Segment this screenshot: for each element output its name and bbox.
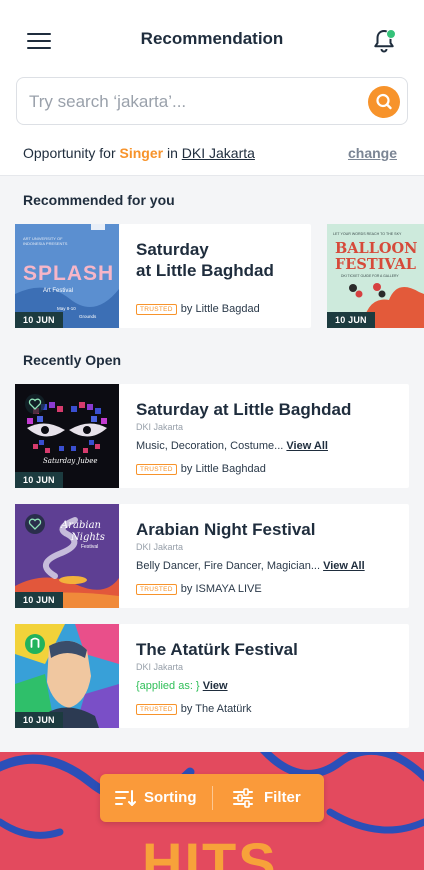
organizer: by Little Baghdad	[180, 463, 266, 475]
trusted-badge: TRUSTED	[136, 303, 177, 315]
balloon-poster-kicker: LET YOUR WORDS REACH TO THE SKY	[333, 232, 402, 236]
search-input[interactable]: Try search ‘jakarta’...	[29, 92, 186, 112]
sorting-label: Sorting	[144, 789, 197, 806]
date-badge: 10 JUN	[327, 312, 375, 328]
card-location: DKI Jakarta	[136, 542, 184, 552]
date-badge: 10 JUN	[15, 312, 63, 328]
trusted-row: TRUSTED by The Atatürk	[136, 703, 252, 715]
recent-poster-baghdad[interactable]: Saturday Jubee 10 JUN	[15, 384, 119, 488]
recent-poster-ataturk[interactable]: 10 JUN	[15, 624, 119, 728]
sort-filter-bar: Sorting Filter	[100, 774, 324, 822]
top-bar: Recommendation Try search ‘jakarta’... O…	[0, 0, 424, 176]
sliders-icon	[233, 788, 253, 808]
card-roles-line: Belly Dancer, Fire Dancer, Magician... V…	[136, 560, 365, 572]
trusted-badge: TRUSTED	[136, 463, 177, 475]
recent-section-title: Recently Open	[23, 352, 122, 368]
card-roles: Belly Dancer, Fire Dancer, Magician...	[136, 560, 321, 572]
search-box[interactable]: Try search ‘jakarta’...	[16, 77, 408, 125]
card-title-line1: Saturday	[136, 240, 209, 259]
card-roles: Music, Decoration, Costume...	[136, 440, 284, 452]
splash-poster-kicker: ART UNIVERSITY OF INDONESIA PRESENTS	[23, 236, 68, 246]
card-title-line2: at Little Baghdad	[136, 261, 274, 280]
recommended-card[interactable]: Saturday at Little Baghdad TRUSTED by Lit…	[119, 224, 311, 328]
balloon-poster-sub: DKI TICKET GUIDE FOR A GALLERY	[341, 274, 399, 278]
filter-label: Filter	[264, 789, 301, 806]
favorite-button[interactable]	[25, 514, 45, 534]
search-button[interactable]	[368, 86, 400, 118]
organizer: by Little Bagdad	[180, 303, 260, 315]
change-location-link[interactable]: change	[348, 145, 397, 161]
splash-poster-title: SPLASH	[23, 262, 115, 285]
arabian-poster-line3: Festival	[81, 544, 99, 550]
sorting-button[interactable]: Sorting	[114, 774, 210, 822]
notification-dot	[386, 29, 396, 39]
banner-text: HITS	[142, 831, 278, 870]
trusted-row: TRUSTED by Little Bagdad	[136, 303, 260, 315]
splash-poster-meta2: Grounds	[79, 314, 97, 319]
arabian-poster-line1: Arabian	[61, 520, 101, 531]
recommended-section-title: Recommended for you	[23, 192, 175, 208]
opportunity-location[interactable]: DKI Jakarta	[182, 145, 255, 161]
organizer: by The Atatürk	[180, 703, 252, 715]
opportunity-connector: in	[166, 145, 178, 161]
recent-card[interactable]: Saturday at Little Baghdad DKI Jakarta M…	[119, 384, 409, 488]
applied-check-icon	[30, 637, 40, 648]
opportunity-prefix: Opportunity for	[23, 145, 116, 161]
view-all-link[interactable]: View All	[323, 560, 365, 572]
trusted-row: TRUSTED by ISMAYA LIVE	[136, 583, 262, 595]
date-badge: 10 JUN	[15, 472, 63, 488]
sort-filter-divider	[212, 786, 213, 810]
date-badge: 10 JUN	[15, 592, 63, 608]
card-title: Arabian Night Festival	[136, 520, 316, 539]
card-title: The Atatürk Festival	[136, 640, 298, 659]
organizer: by ISMAYA LIVE	[180, 583, 262, 595]
recent-card[interactable]: The Atatürk Festival DKI Jakarta {applie…	[119, 624, 409, 728]
heart-icon	[28, 518, 42, 530]
trusted-row: TRUSTED by Little Baghdad	[136, 463, 266, 475]
filter-button[interactable]: Filter	[232, 774, 312, 822]
card-title: Saturday at Little Baghdad	[136, 400, 352, 419]
card-roles-line: Music, Decoration, Costume... View All	[136, 440, 328, 452]
balloon-poster-title-2: FESTIVAL	[335, 256, 416, 273]
recent-poster-arabian[interactable]: Arabian Nights Festival 10 JUN	[15, 504, 119, 608]
baghdad-poster-script: Saturday Jubee	[43, 457, 98, 465]
balloon-poster-title-1: BALLOON	[335, 240, 418, 257]
splash-poster-sub: Art Festival	[43, 288, 74, 294]
recommended-poster-balloon[interactable]: LET YOUR WORDS REACH TO THE SKY BALLOON …	[327, 224, 424, 328]
search-icon	[376, 93, 392, 110]
card-location: DKI Jakarta	[136, 422, 184, 432]
favorite-button[interactable]	[25, 394, 45, 414]
page-title: Recommendation	[140, 29, 284, 48]
opportunity-role: Singer	[119, 145, 164, 161]
arabian-poster-line2: Nights	[71, 532, 105, 543]
sort-icon	[115, 790, 136, 806]
card-applied-line: {applied as: } View	[136, 680, 228, 692]
view-link[interactable]: View	[203, 680, 228, 692]
recent-card[interactable]: Arabian Night Festival DKI Jakarta Belly…	[119, 504, 409, 608]
view-all-link[interactable]: View All	[286, 440, 328, 452]
trusted-badge: TRUSTED	[136, 583, 177, 595]
splash-poster-meta: May 8-10	[57, 306, 76, 311]
trusted-badge: TRUSTED	[136, 703, 177, 715]
opportunity-line: Opportunity for Singer in DKI Jakarta	[23, 145, 255, 161]
card-location: DKI Jakarta	[136, 662, 184, 672]
heart-icon	[28, 398, 42, 410]
date-badge: 10 JUN	[15, 712, 63, 728]
applied-badge[interactable]	[25, 634, 45, 654]
recommended-poster-splash[interactable]: ART UNIVERSITY OF INDONESIA PRESENTS SPL…	[15, 224, 119, 328]
applied-as-label: {applied as: }	[136, 680, 200, 692]
